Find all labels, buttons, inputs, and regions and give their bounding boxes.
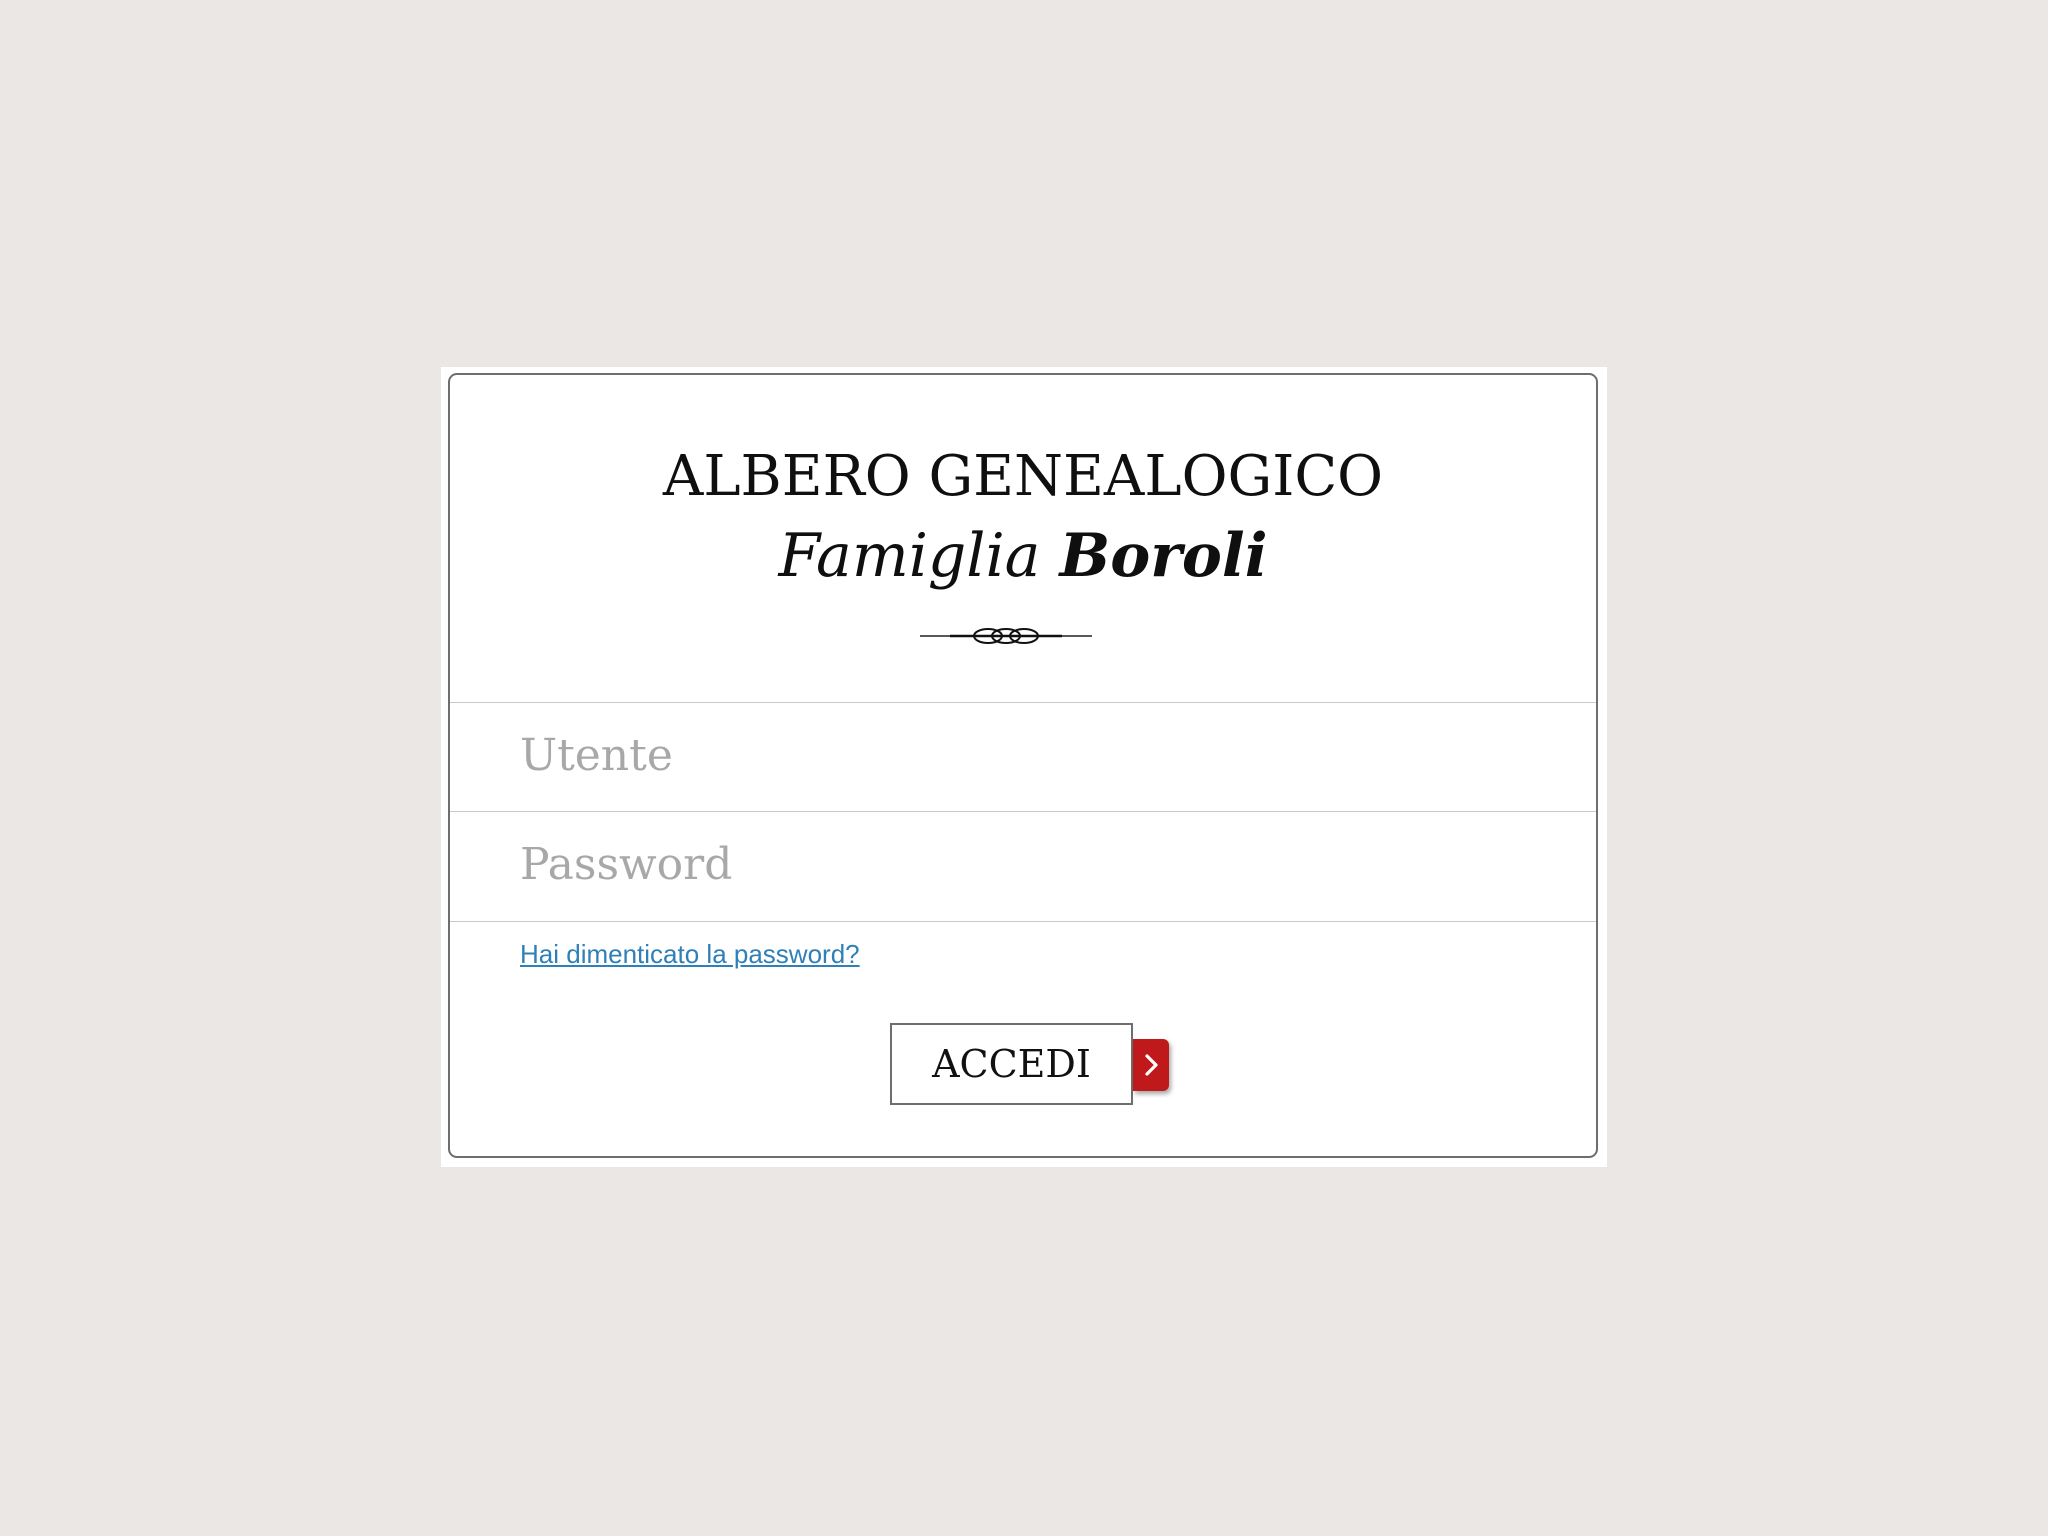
login-arrow-button[interactable] bbox=[1133, 1039, 1169, 1091]
username-input[interactable] bbox=[520, 710, 1520, 800]
flourish-divider-icon bbox=[920, 628, 1092, 644]
page-subtitle: Famiglia Boroli bbox=[450, 525, 1596, 588]
password-input[interactable] bbox=[520, 819, 1520, 909]
subtitle-prefix: Famiglia bbox=[778, 521, 1041, 591]
card-header: ALBERO GENEALOGICO Famiglia Boroli bbox=[450, 375, 1596, 702]
password-row bbox=[450, 811, 1596, 918]
chevron-right-icon bbox=[1145, 1054, 1158, 1076]
divider-bottom bbox=[450, 921, 1596, 922]
login-card-frame: ALBERO GENEALOGICO Famiglia Boroli Utent… bbox=[441, 367, 1607, 1167]
login-card: ALBERO GENEALOGICO Famiglia Boroli Utent… bbox=[448, 373, 1598, 1158]
page-title: ALBERO GENEALOGICO bbox=[662, 444, 1384, 509]
forgot-password-link[interactable]: Hai dimenticato la password? bbox=[520, 939, 860, 970]
subtitle-surname: Boroli bbox=[1059, 521, 1268, 591]
username-row bbox=[450, 702, 1596, 809]
login-button[interactable]: ACCEDI bbox=[890, 1023, 1133, 1105]
page-background: ALBERO GENEALOGICO Famiglia Boroli Utent… bbox=[0, 0, 2048, 1536]
